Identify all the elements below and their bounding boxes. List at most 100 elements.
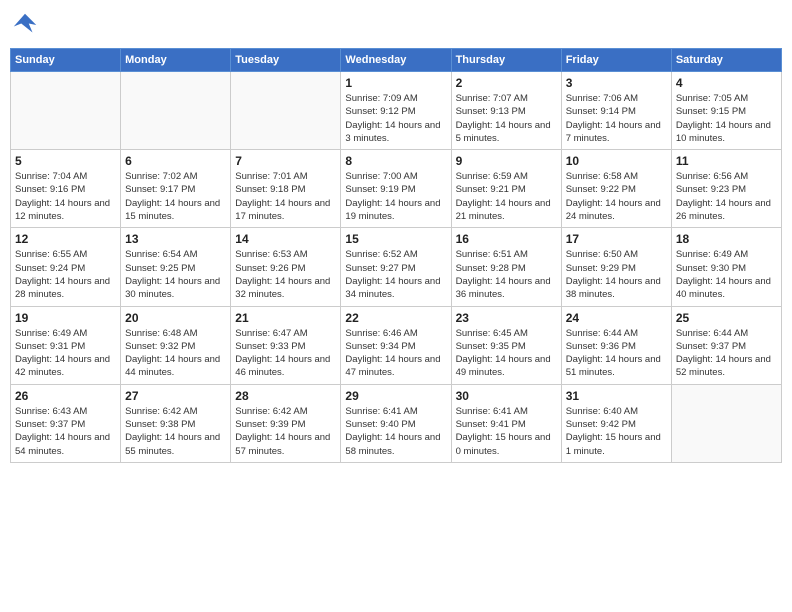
day-info: Sunrise: 6:51 AMSunset: 9:28 PMDaylight:… [456, 248, 557, 301]
day-info: Sunrise: 6:41 AMSunset: 9:41 PMDaylight:… [456, 405, 557, 458]
day-info: Sunrise: 6:45 AMSunset: 9:35 PMDaylight:… [456, 327, 557, 380]
day-info: Sunrise: 6:42 AMSunset: 9:39 PMDaylight:… [235, 405, 336, 458]
day-number: 28 [235, 389, 336, 403]
day-info: Sunrise: 7:09 AMSunset: 9:12 PMDaylight:… [345, 92, 446, 145]
weekday-header: Sunday [11, 49, 121, 72]
day-number: 26 [15, 389, 116, 403]
calendar-cell: 17 Sunrise: 6:50 AMSunset: 9:29 PMDaylig… [561, 228, 671, 306]
calendar-cell: 28 Sunrise: 6:42 AMSunset: 9:39 PMDaylig… [231, 384, 341, 462]
day-number: 29 [345, 389, 446, 403]
calendar-cell: 5 Sunrise: 7:04 AMSunset: 9:16 PMDayligh… [11, 150, 121, 228]
day-number: 20 [125, 311, 226, 325]
calendar-cell [671, 384, 781, 462]
calendar-cell: 24 Sunrise: 6:44 AMSunset: 9:36 PMDaylig… [561, 306, 671, 384]
calendar-table: SundayMondayTuesdayWednesdayThursdayFrid… [10, 48, 782, 463]
day-info: Sunrise: 7:02 AMSunset: 9:17 PMDaylight:… [125, 170, 226, 223]
day-info: Sunrise: 6:40 AMSunset: 9:42 PMDaylight:… [566, 405, 667, 458]
calendar-header: SundayMondayTuesdayWednesdayThursdayFrid… [11, 49, 782, 72]
day-info: Sunrise: 6:42 AMSunset: 9:38 PMDaylight:… [125, 405, 226, 458]
calendar-week-row: 26 Sunrise: 6:43 AMSunset: 9:37 PMDaylig… [11, 384, 782, 462]
day-info: Sunrise: 6:56 AMSunset: 9:23 PMDaylight:… [676, 170, 777, 223]
calendar-week-row: 5 Sunrise: 7:04 AMSunset: 9:16 PMDayligh… [11, 150, 782, 228]
day-number: 27 [125, 389, 226, 403]
day-info: Sunrise: 6:58 AMSunset: 9:22 PMDaylight:… [566, 170, 667, 223]
day-number: 25 [676, 311, 777, 325]
calendar-cell [231, 72, 341, 150]
day-number: 5 [15, 154, 116, 168]
day-number: 18 [676, 232, 777, 246]
weekday-header: Saturday [671, 49, 781, 72]
calendar-cell: 8 Sunrise: 7:00 AMSunset: 9:19 PMDayligh… [341, 150, 451, 228]
calendar-cell: 23 Sunrise: 6:45 AMSunset: 9:35 PMDaylig… [451, 306, 561, 384]
calendar-cell: 30 Sunrise: 6:41 AMSunset: 9:41 PMDaylig… [451, 384, 561, 462]
calendar-week-row: 19 Sunrise: 6:49 AMSunset: 9:31 PMDaylig… [11, 306, 782, 384]
day-info: Sunrise: 6:49 AMSunset: 9:31 PMDaylight:… [15, 327, 116, 380]
day-info: Sunrise: 6:48 AMSunset: 9:32 PMDaylight:… [125, 327, 226, 380]
calendar-cell: 2 Sunrise: 7:07 AMSunset: 9:13 PMDayligh… [451, 72, 561, 150]
calendar-cell: 22 Sunrise: 6:46 AMSunset: 9:34 PMDaylig… [341, 306, 451, 384]
day-number: 9 [456, 154, 557, 168]
calendar-cell: 10 Sunrise: 6:58 AMSunset: 9:22 PMDaylig… [561, 150, 671, 228]
calendar-cell: 3 Sunrise: 7:06 AMSunset: 9:14 PMDayligh… [561, 72, 671, 150]
day-number: 4 [676, 76, 777, 90]
calendar-cell: 18 Sunrise: 6:49 AMSunset: 9:30 PMDaylig… [671, 228, 781, 306]
day-info: Sunrise: 6:53 AMSunset: 9:26 PMDaylight:… [235, 248, 336, 301]
calendar-week-row: 1 Sunrise: 7:09 AMSunset: 9:12 PMDayligh… [11, 72, 782, 150]
calendar-week-row: 12 Sunrise: 6:55 AMSunset: 9:24 PMDaylig… [11, 228, 782, 306]
calendar-cell: 25 Sunrise: 6:44 AMSunset: 9:37 PMDaylig… [671, 306, 781, 384]
day-info: Sunrise: 6:47 AMSunset: 9:33 PMDaylight:… [235, 327, 336, 380]
day-number: 7 [235, 154, 336, 168]
day-info: Sunrise: 7:00 AMSunset: 9:19 PMDaylight:… [345, 170, 446, 223]
calendar-cell: 7 Sunrise: 7:01 AMSunset: 9:18 PMDayligh… [231, 150, 341, 228]
day-number: 14 [235, 232, 336, 246]
calendar-cell: 12 Sunrise: 6:55 AMSunset: 9:24 PMDaylig… [11, 228, 121, 306]
calendar-cell: 20 Sunrise: 6:48 AMSunset: 9:32 PMDaylig… [121, 306, 231, 384]
day-number: 24 [566, 311, 667, 325]
calendar-cell: 19 Sunrise: 6:49 AMSunset: 9:31 PMDaylig… [11, 306, 121, 384]
logo [10, 10, 42, 40]
calendar-cell: 21 Sunrise: 6:47 AMSunset: 9:33 PMDaylig… [231, 306, 341, 384]
calendar-cell: 14 Sunrise: 6:53 AMSunset: 9:26 PMDaylig… [231, 228, 341, 306]
weekday-header-row: SundayMondayTuesdayWednesdayThursdayFrid… [11, 49, 782, 72]
calendar-cell: 9 Sunrise: 6:59 AMSunset: 9:21 PMDayligh… [451, 150, 561, 228]
calendar-cell: 26 Sunrise: 6:43 AMSunset: 9:37 PMDaylig… [11, 384, 121, 462]
calendar-cell: 4 Sunrise: 7:05 AMSunset: 9:15 PMDayligh… [671, 72, 781, 150]
day-info: Sunrise: 6:44 AMSunset: 9:36 PMDaylight:… [566, 327, 667, 380]
day-number: 16 [456, 232, 557, 246]
calendar-cell: 13 Sunrise: 6:54 AMSunset: 9:25 PMDaylig… [121, 228, 231, 306]
day-info: Sunrise: 6:59 AMSunset: 9:21 PMDaylight:… [456, 170, 557, 223]
calendar-cell: 27 Sunrise: 6:42 AMSunset: 9:38 PMDaylig… [121, 384, 231, 462]
calendar-cell [11, 72, 121, 150]
calendar-cell: 16 Sunrise: 6:51 AMSunset: 9:28 PMDaylig… [451, 228, 561, 306]
day-number: 1 [345, 76, 446, 90]
calendar-cell: 11 Sunrise: 6:56 AMSunset: 9:23 PMDaylig… [671, 150, 781, 228]
day-number: 11 [676, 154, 777, 168]
day-info: Sunrise: 6:46 AMSunset: 9:34 PMDaylight:… [345, 327, 446, 380]
day-info: Sunrise: 7:04 AMSunset: 9:16 PMDaylight:… [15, 170, 116, 223]
calendar-body: 1 Sunrise: 7:09 AMSunset: 9:12 PMDayligh… [11, 72, 782, 463]
day-number: 19 [15, 311, 116, 325]
day-info: Sunrise: 6:50 AMSunset: 9:29 PMDaylight:… [566, 248, 667, 301]
day-info: Sunrise: 6:43 AMSunset: 9:37 PMDaylight:… [15, 405, 116, 458]
day-info: Sunrise: 7:07 AMSunset: 9:13 PMDaylight:… [456, 92, 557, 145]
day-number: 31 [566, 389, 667, 403]
day-info: Sunrise: 6:44 AMSunset: 9:37 PMDaylight:… [676, 327, 777, 380]
day-number: 22 [345, 311, 446, 325]
calendar-cell: 29 Sunrise: 6:41 AMSunset: 9:40 PMDaylig… [341, 384, 451, 462]
day-number: 15 [345, 232, 446, 246]
logo-icon [10, 10, 40, 40]
day-number: 6 [125, 154, 226, 168]
weekday-header: Tuesday [231, 49, 341, 72]
day-info: Sunrise: 7:05 AMSunset: 9:15 PMDaylight:… [676, 92, 777, 145]
calendar-cell: 15 Sunrise: 6:52 AMSunset: 9:27 PMDaylig… [341, 228, 451, 306]
day-number: 13 [125, 232, 226, 246]
day-number: 21 [235, 311, 336, 325]
day-number: 3 [566, 76, 667, 90]
day-number: 12 [15, 232, 116, 246]
day-number: 2 [456, 76, 557, 90]
day-info: Sunrise: 7:06 AMSunset: 9:14 PMDaylight:… [566, 92, 667, 145]
weekday-header: Monday [121, 49, 231, 72]
day-number: 10 [566, 154, 667, 168]
page-header [10, 10, 782, 40]
day-number: 23 [456, 311, 557, 325]
